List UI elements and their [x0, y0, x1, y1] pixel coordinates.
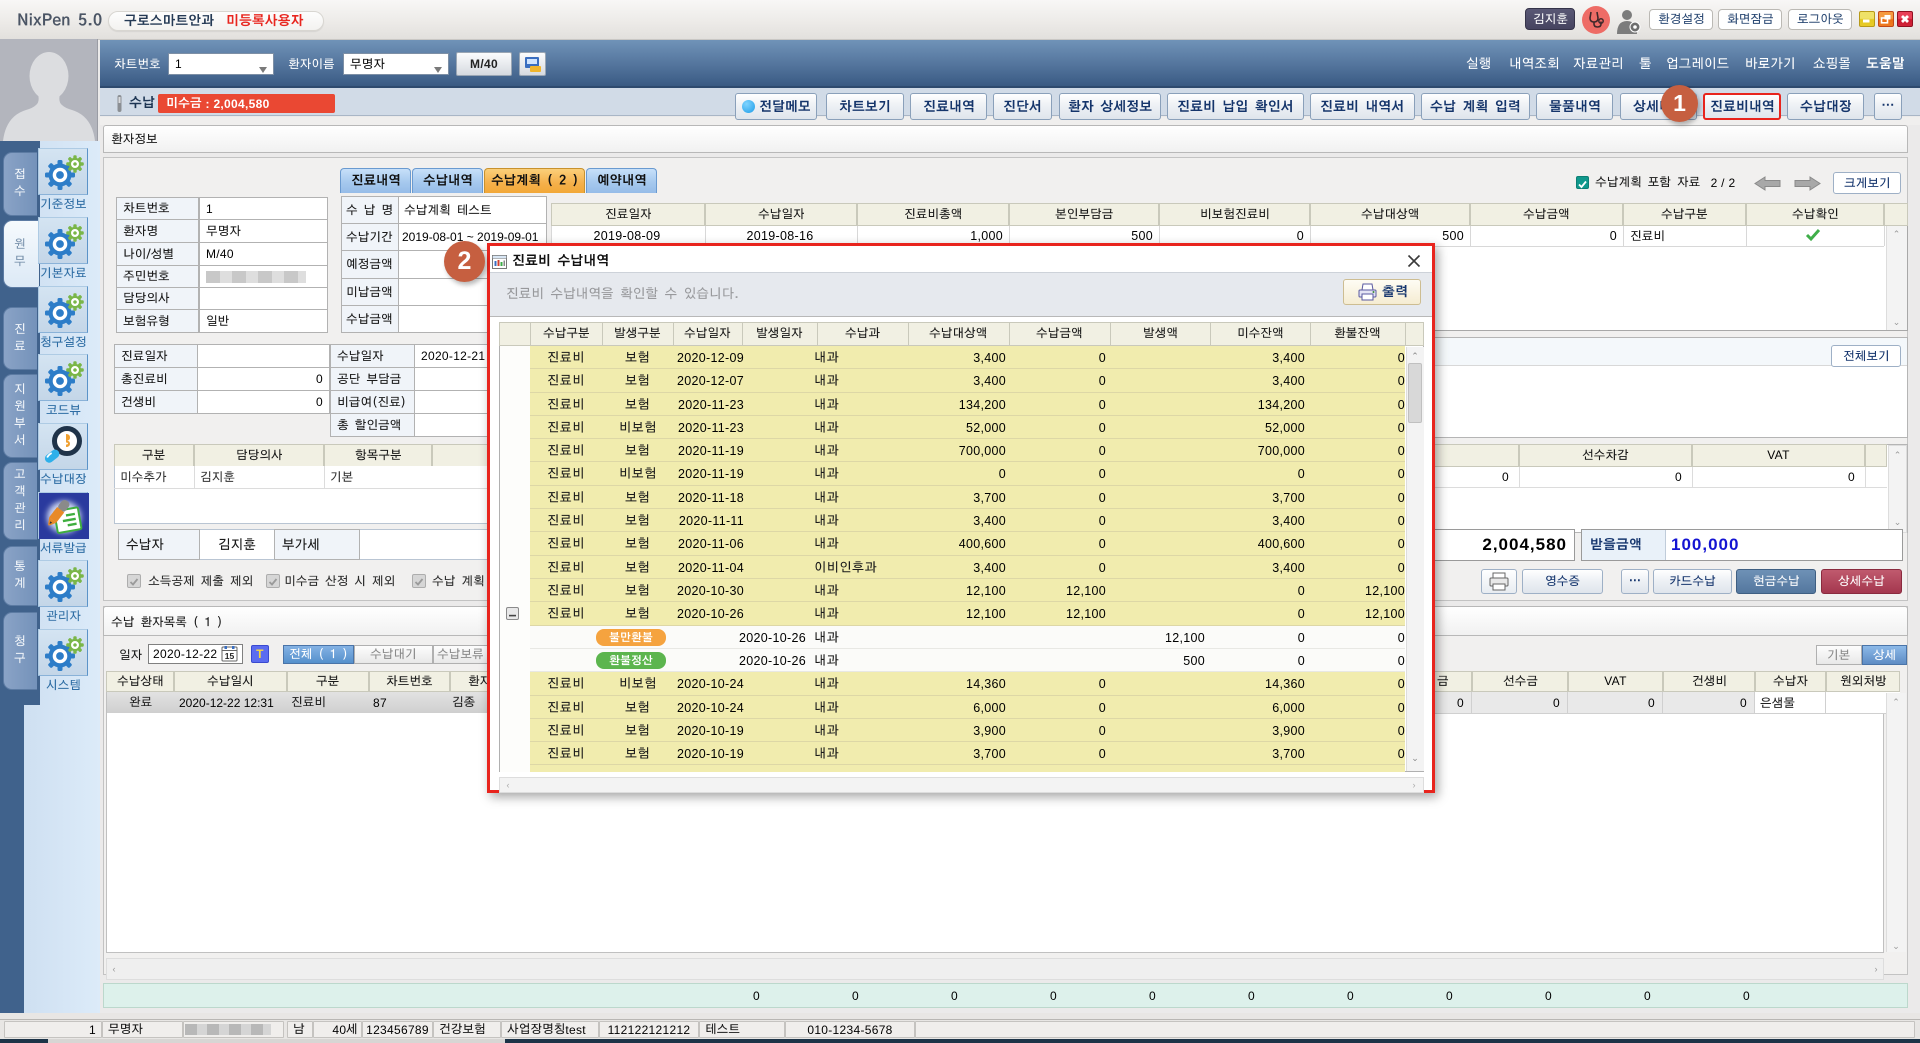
svg-text:15: 15 — [225, 651, 235, 661]
